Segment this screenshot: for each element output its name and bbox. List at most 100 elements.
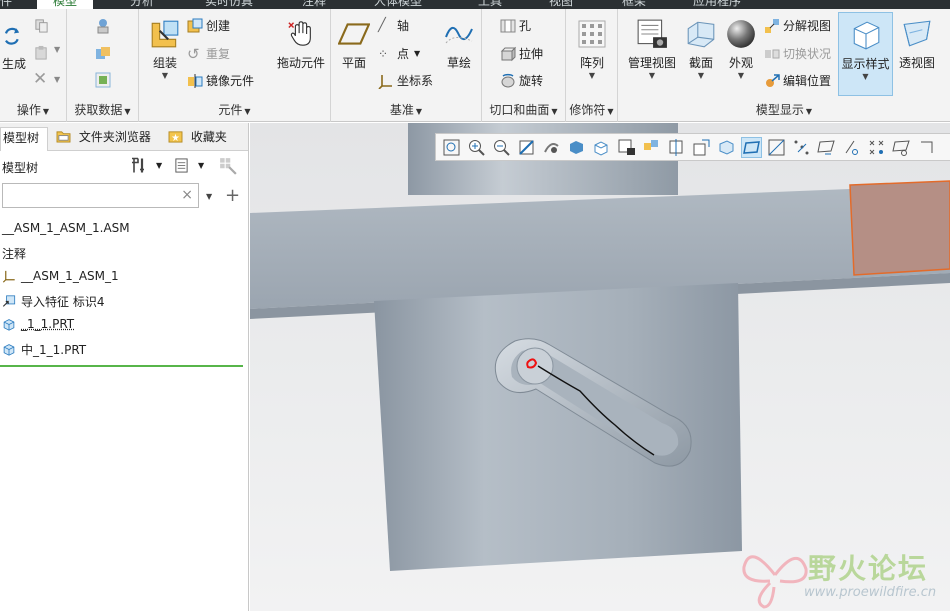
group-label-model-display[interactable]: 模型显示 ▼ — [618, 101, 950, 118]
tree-item-part-1[interactable]: _1_1.PRT — [2, 317, 74, 331]
tab-annotate[interactable]: 注释 — [302, 0, 326, 9]
group-label-cut-surface[interactable]: 切口和曲面 ▼ — [482, 101, 565, 118]
tree-item-assembly[interactable]: __ASM_1_ASM_1.ASM — [2, 221, 130, 235]
exploded-view-button[interactable]: 分解视图 — [764, 17, 831, 34]
refit-icon[interactable] — [442, 138, 461, 157]
perspective-toolbar-icon[interactable] — [642, 138, 661, 157]
display-style-toolbar-icon[interactable] — [567, 138, 586, 157]
annotation-display-icon[interactable] — [692, 138, 711, 157]
group-label-operations[interactable]: 操作 ▼ — [0, 101, 66, 118]
shrinkwrap-icon[interactable] — [95, 72, 111, 88]
group-label-component[interactable]: 元件 ▼ — [139, 101, 330, 118]
toggle-status-button[interactable]: 切换状况 — [764, 45, 831, 62]
search-clear-icon[interactable]: × — [181, 187, 193, 203]
spin-center-icon[interactable] — [542, 138, 561, 157]
display-style-button[interactable]: 显示样式 ▼ — [838, 12, 893, 96]
datum-point-label: 点 — [397, 47, 410, 61]
assemble-button[interactable]: 组装 ▼ — [145, 18, 185, 80]
delete-dropdown-icon[interactable]: ▼ — [54, 75, 60, 84]
axis-display-icon[interactable] — [767, 138, 786, 157]
copy-geometry-icon[interactable] — [95, 46, 111, 62]
pattern-label: 阵列 — [579, 56, 604, 70]
tree-item-coordinate-system[interactable]: __ASM_1_ASM_1 — [2, 269, 119, 283]
tab-favorites[interactable]: 收藏夹 — [166, 127, 227, 147]
hole-button[interactable]: 孔 — [500, 17, 531, 34]
group-label-get-data[interactable]: 获取数据 ▼ — [67, 101, 138, 118]
tab-tools[interactable]: 工具 — [478, 0, 502, 9]
repeat-button[interactable]: ↺ 重复 — [187, 45, 230, 62]
tree-item-import-feature[interactable]: 导入特征 标识4 — [2, 293, 104, 310]
pattern-button[interactable]: 阵列 ▼ — [572, 18, 612, 80]
filter-icon[interactable] — [219, 157, 237, 175]
extrude-icon — [500, 46, 516, 61]
graphics-toolbar — [435, 133, 950, 161]
mirror-component-button[interactable]: 镜像元件 — [187, 72, 254, 89]
show-list-icon[interactable] — [174, 157, 189, 174]
zoom-in-icon[interactable] — [467, 138, 486, 157]
tab-framework[interactable]: 框架 — [622, 0, 646, 9]
appearance-button[interactable]: 外观 ▼ — [724, 18, 758, 80]
tree-insert-indicator[interactable] — [0, 365, 243, 367]
search-options-dropdown-icon[interactable]: ▼ — [206, 192, 212, 201]
assemble-label: 组装 — [152, 56, 177, 70]
copy-icon[interactable] — [34, 18, 49, 33]
tab-file[interactable]: 件 — [0, 0, 12, 9]
group-label-modifiers[interactable]: 修饰符 ▼ — [566, 101, 617, 118]
tab-view[interactable]: 视图 — [549, 0, 573, 9]
create-component-button[interactable]: 创建 — [187, 17, 230, 34]
datum-planes-tag-icon[interactable] — [892, 138, 911, 157]
annotation-points-icon[interactable] — [867, 138, 886, 157]
datum-plane-button[interactable]: 平面 — [337, 18, 371, 71]
sketch-button[interactable]: 草绘 — [441, 18, 477, 71]
repaint-icon[interactable] — [517, 138, 536, 157]
zoom-out-icon[interactable] — [492, 138, 511, 157]
regenerate-button[interactable]: 生成 — [0, 23, 28, 72]
datum-point-button[interactable]: ⁘ 点 ▼ — [378, 45, 420, 62]
extrude-label: 拉伸 — [519, 47, 544, 61]
assemble-dropdown-icon: ▼ — [161, 71, 169, 80]
paste-dropdown-icon[interactable]: ▼ — [54, 45, 60, 54]
tree-item-annotations[interactable]: 注释 — [2, 245, 26, 262]
show-dropdown-icon[interactable]: ▼ — [198, 161, 204, 170]
manage-views-button[interactable]: 管理视图 ▼ — [626, 18, 678, 80]
plane-display-icon[interactable] — [741, 136, 762, 158]
csys-display-icon[interactable] — [817, 138, 836, 157]
tab-model-tree[interactable]: 模型树 — [0, 127, 48, 151]
paste-icon[interactable] — [34, 45, 49, 60]
settings-tools-icon[interactable] — [131, 157, 147, 174]
user-defined-feature-icon[interactable] — [95, 18, 111, 34]
perspective-view-button[interactable]: 透视图 — [896, 18, 938, 71]
settings-dropdown-icon[interactable]: ▼ — [156, 161, 162, 170]
drag-components-button[interactable]: 拖动元件 — [274, 18, 328, 71]
tab-model[interactable]: 模型 — [37, 0, 94, 9]
edit-position-button[interactable]: 编辑位置 — [764, 72, 831, 89]
tab-applications[interactable]: 应用程序 — [693, 0, 741, 9]
section-toolbar-icon[interactable] — [667, 138, 686, 157]
group-label-datum[interactable]: 基准 ▼ — [331, 101, 481, 118]
manage-views-label: 管理视图 — [627, 56, 676, 70]
saved-orientations-icon[interactable] — [592, 138, 611, 157]
more-display-icon[interactable] — [917, 138, 936, 157]
tab-simulation[interactable]: 实时仿真 — [205, 0, 253, 9]
extrude-button[interactable]: 拉伸 — [500, 45, 543, 62]
toggle-status-label: 切换状况 — [783, 47, 832, 61]
coordinate-system-button[interactable]: 坐标系 — [378, 72, 433, 89]
revolve-button[interactable]: 旋转 — [500, 72, 543, 89]
orient-view-icon[interactable] — [717, 138, 736, 157]
tab-manikin[interactable]: 人体模型 — [374, 0, 422, 9]
model-tree-search-input[interactable]: × — [2, 183, 199, 208]
add-filter-icon[interactable]: + — [225, 185, 240, 206]
point-display-icon[interactable] — [792, 138, 811, 157]
section-button[interactable]: 截面 ▼ — [682, 18, 720, 80]
delete-icon[interactable]: ✕ — [33, 69, 47, 89]
appearance-label: 外观 — [728, 56, 753, 70]
datum-axis-button[interactable]: ╱ 轴 — [378, 17, 409, 34]
tab-analysis[interactable]: 分析 — [130, 0, 154, 9]
tree-item-part-2[interactable]: 中_1_1.PRT — [2, 341, 86, 358]
graphics-viewport[interactable] — [250, 123, 950, 611]
tab-folder-browser[interactable]: 文件夹浏览器 — [54, 127, 151, 147]
display-style-cube-icon — [853, 21, 879, 50]
part-icon — [3, 344, 15, 356]
spin-center-display-icon[interactable] — [842, 138, 861, 157]
view-manager-icon[interactable] — [617, 138, 636, 157]
